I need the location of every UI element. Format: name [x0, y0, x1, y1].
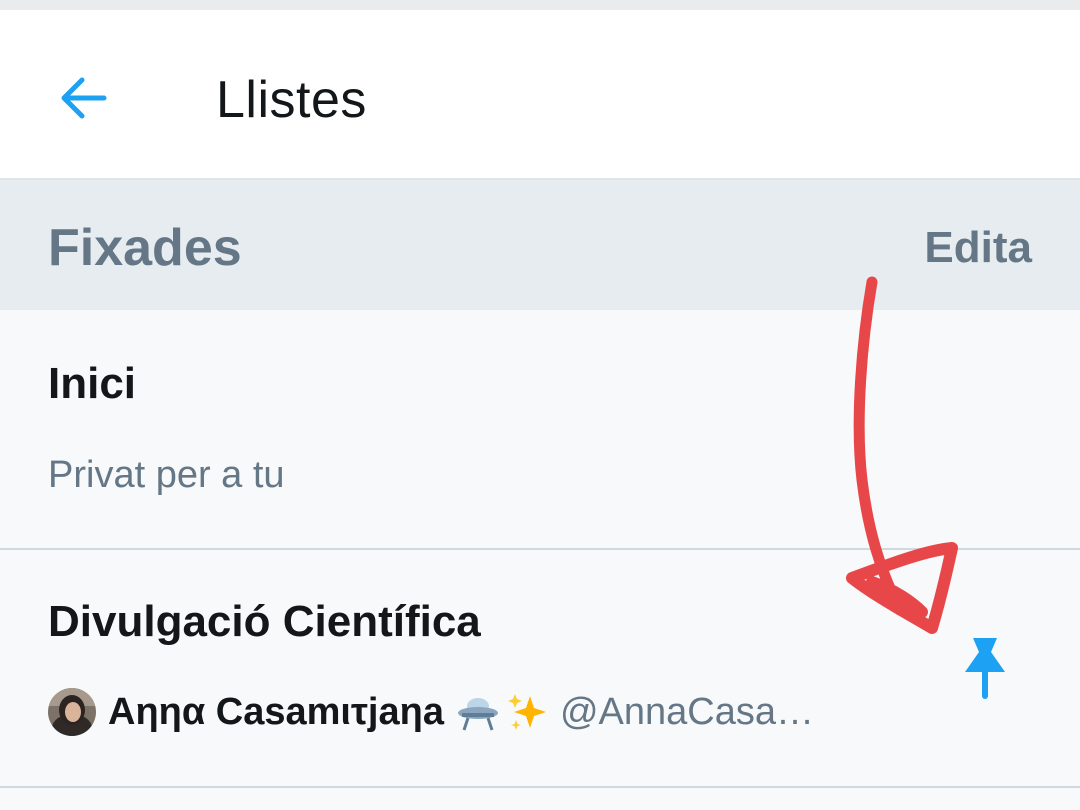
list-title: Divulgació Científica: [48, 597, 481, 646]
status-strip: [0, 0, 1080, 10]
pinned-section-header: Fixades Edita: [0, 180, 1080, 310]
list-item-inici[interactable]: Inici Privat per a tu: [0, 310, 1080, 550]
edit-button[interactable]: Edita: [924, 218, 1032, 278]
back-button[interactable]: [52, 66, 116, 130]
app-bar: Llistes: [0, 10, 1080, 180]
list-item-divulgacio[interactable]: Divulgació Científica Αηηα Casamιτjaηa @…: [0, 550, 1080, 788]
list-title: Inici: [48, 359, 137, 408]
arrow-left-icon: [61, 77, 107, 119]
owner-name: Αηηα Casamιτjaηa: [108, 691, 444, 733]
pin-button[interactable]: [955, 632, 1015, 702]
pin-icon: [965, 638, 1005, 699]
sparkles-icon: [506, 690, 550, 734]
avatar: [48, 688, 96, 736]
list-privacy: Privat per a tu: [48, 454, 285, 496]
owner-handle: @AnnaCasa…: [559, 691, 815, 733]
page-title: Llistes: [216, 71, 367, 129]
ufo-icon: [456, 690, 500, 734]
list-owner: Αηηα Casamιτjaηa @AnnaCasa…: [48, 686, 814, 738]
section-title: Fixades: [48, 219, 242, 277]
